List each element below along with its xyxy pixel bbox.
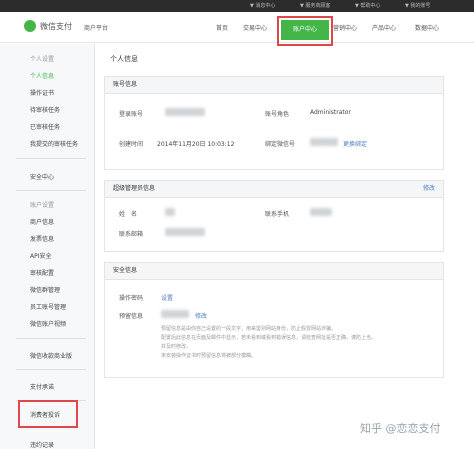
watermark: 知乎 @恋恋支付 (360, 422, 441, 435)
sidebar-item-account-video[interactable]: 微信账户视频 (30, 319, 66, 328)
change-binding-link[interactable]: 更换绑定 (343, 139, 367, 148)
sidebar-item-profile[interactable]: 个人信息 (30, 71, 54, 80)
complaints-highlight (18, 400, 78, 428)
sidebar-item-pending-tasks[interactable]: 待审核任务 (30, 105, 60, 114)
admin-phone-label: 联系手机 (265, 211, 290, 218)
sidebar-item-payment-commitment[interactable]: 支付承诺 (30, 382, 54, 391)
sidebar-item-security[interactable]: 安全中心 (30, 172, 54, 181)
sidebar-item-business-edition[interactable]: 微信收款商业版 (30, 351, 72, 360)
sidebar: 个人设置 个人信息 操作证书 待审核任务 已审核任务 我提交的审核任务 安全中心… (0, 44, 95, 449)
operation-password-label: 操作密码 (119, 295, 144, 302)
sidebar-divider (16, 158, 86, 159)
admin-info-title: 超级管理员信息 修改 (105, 181, 443, 198)
reserved-info-note: 并及时修改。 (161, 344, 192, 350)
help-center-link[interactable]: ▼ 帮助中心 (355, 0, 380, 12)
reserved-info-edit-link[interactable]: 修改 (195, 311, 207, 320)
sidebar-item-reviewed-tasks[interactable]: 已审核任务 (30, 122, 60, 131)
admin-edit-link[interactable]: 修改 (423, 181, 435, 197)
admin-name-value (165, 208, 175, 216)
main-header: 微信支付 商户平台 首页 交易中心 营销中心 产品中心 数据中心 账户中心 (0, 12, 474, 46)
my-account-link[interactable]: ▼ 我的账号 (405, 0, 430, 12)
sidebar-item-api-security[interactable]: API安全 (30, 251, 52, 260)
account-info-title: 账号信息 (105, 77, 443, 94)
sidebar-item-violations[interactable]: 违约记录 (30, 440, 54, 449)
service-provider-link[interactable]: ▼ 服务商顾客 (300, 0, 330, 12)
nav-account-label: 账户中心 (292, 26, 317, 33)
admin-email-value (165, 228, 205, 236)
reserved-info-note: 预留信息是由你自己设置的一段文字，用来鉴别网站身份，防止假冒网站诈骗。 (161, 326, 337, 332)
bound-wechat-label: 绑定微信号 (265, 141, 296, 148)
admin-email-label: 联系邮箱 (119, 231, 144, 238)
login-account-label: 登录账号 (119, 111, 144, 118)
main-content: 个人信息 账号信息 登录账号 账号角色 Administrator 创建时间 2… (96, 44, 474, 449)
sidebar-item-group-mgmt[interactable]: 微信群管理 (30, 285, 60, 294)
sidebar-divider (16, 338, 86, 339)
set-password-link[interactable]: 设置 (161, 293, 173, 302)
role-value: Administrator (310, 109, 351, 116)
message-center-link[interactable]: ▼ 消息中心 (250, 0, 275, 12)
sidebar-group-account: 账户设置 (30, 202, 55, 209)
login-account-value (165, 108, 205, 116)
wechat-pay-logo-icon (24, 20, 36, 32)
nav-account-active[interactable]: 账户中心 (277, 16, 333, 46)
sidebar-divider (16, 190, 86, 191)
admin-name-label: 姓 名 (119, 211, 138, 218)
reserved-info-note: 未安装操作证书时预留信息将被部分模糊。 (161, 353, 257, 359)
sidebar-item-merchant-info[interactable]: 商户信息 (30, 217, 54, 226)
top-utility-bar: ▼ 消息中心 ▼ 服务商顾客 ▼ 帮助中心 ▼ 我的账号 (0, 0, 474, 12)
account-info-panel: 账号信息 登录账号 账号角色 Administrator 创建时间 2014年1… (104, 76, 444, 170)
nav-marketing[interactable]: 营销中心 (333, 23, 357, 32)
security-info-title: 安全信息 (105, 263, 443, 280)
sidebar-item-invoice[interactable]: 发票信息 (30, 234, 54, 243)
admin-info-panel: 超级管理员信息 修改 姓 名 联系手机 联系邮箱 (104, 180, 444, 252)
nav-products[interactable]: 产品中心 (372, 23, 396, 32)
role-label: 账号角色 (265, 111, 290, 118)
logo-text: 微信支付 (40, 22, 72, 31)
admin-phone-value (310, 208, 332, 216)
nav-home[interactable]: 首页 (216, 23, 228, 32)
sidebar-item-my-tasks[interactable]: 我提交的审核任务 (30, 139, 78, 148)
created-time-value: 2014年11月20日 10:03:12 (157, 141, 235, 148)
page-title: 个人信息 (110, 55, 138, 63)
sidebar-item-staff-accounts[interactable]: 员工账号管理 (30, 302, 66, 311)
reserved-info-label: 预留信息 (119, 313, 144, 320)
security-info-panel: 安全信息 操作密码 设置 预留信息 修改 预留信息是由你自己设置的一段文字，用来… (104, 262, 444, 378)
sidebar-item-review-config[interactable]: 审核配置 (30, 268, 54, 277)
nav-data[interactable]: 数据中心 (415, 23, 439, 32)
sidebar-item-certificate[interactable]: 操作证书 (30, 88, 54, 97)
nav-transactions[interactable]: 交易中心 (243, 23, 267, 32)
reserved-info-note: 配置后此信息在页面及邮件中显示，若未看到或看到错误信息，请检查网址是否正确，谨防… (161, 335, 377, 341)
created-time-label: 创建时间 (119, 141, 144, 148)
reserved-info-value (161, 310, 189, 318)
portal-name: 商户平台 (84, 25, 109, 32)
sidebar-group-personal: 个人设置 (30, 56, 55, 63)
sidebar-divider (16, 369, 86, 370)
bound-wechat-value (310, 138, 338, 146)
